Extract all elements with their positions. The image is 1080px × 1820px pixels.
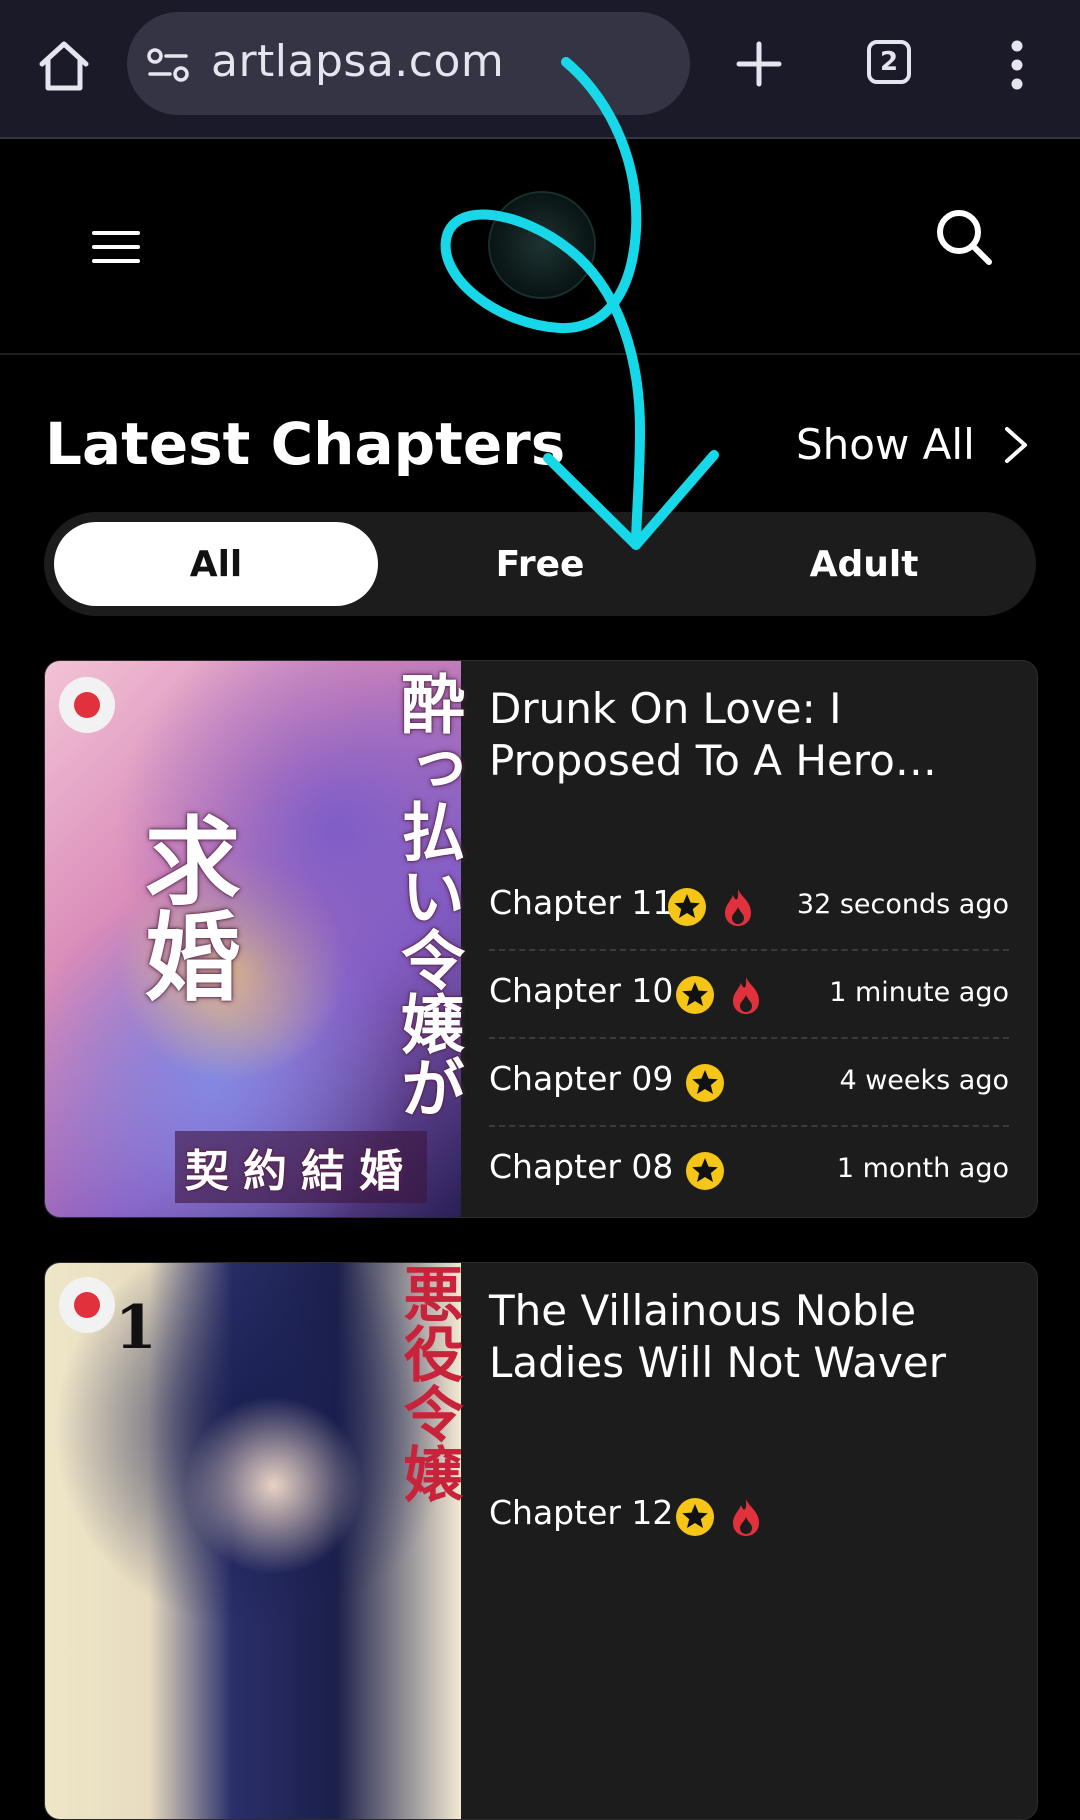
chevron-right-icon — [1004, 426, 1027, 463]
chapter-row[interactable]: Chapter 10 1 minute ago — [489, 951, 1009, 1039]
series-title[interactable]: The Villainous Noble Ladies Will Not Wav… — [489, 1285, 1009, 1389]
chapter-badges — [675, 975, 763, 1015]
site-settings-icon[interactable] — [146, 46, 190, 84]
home-icon[interactable] — [34, 36, 94, 96]
site-header — [0, 139, 1080, 355]
browser-toolbar: artlapsa.com 2 — [0, 0, 1080, 139]
chapter-time: 4 weeks ago — [839, 1065, 1009, 1096]
chapter-row[interactable]: Chapter 11 32 seconds ago — [489, 863, 1009, 951]
fire-icon — [733, 1499, 759, 1536]
star-icon — [676, 976, 714, 1014]
origin-flag-badge — [59, 677, 115, 733]
series-card[interactable]: 悪役令嬢 1 The Villainous Noble Ladies Will … — [44, 1262, 1038, 1820]
series-cover[interactable]: 酔っ払い令嬢が 求婚 契約結婚 — [45, 661, 465, 1217]
chapter-name[interactable]: Chapter 12 — [489, 1493, 673, 1532]
chapter-row[interactable]: Chapter 09 4 weeks ago — [489, 1039, 1009, 1127]
chapter-time: 1 month ago — [836, 1153, 1009, 1184]
japan-flag-icon — [74, 1292, 100, 1318]
series-card[interactable]: 酔っ払い令嬢が 求婚 契約結婚 Drunk On Love: I Propose… — [44, 660, 1038, 1218]
cover-volume-number: 1 — [115, 1293, 157, 1363]
search-icon[interactable] — [934, 207, 994, 267]
tab-switcher-button[interactable]: 2 — [867, 40, 911, 84]
chapter-time: 1 minute ago — [829, 977, 1009, 1008]
star-icon — [668, 888, 706, 926]
hamburger-menu-icon[interactable] — [92, 229, 140, 265]
cover-title-text: 求婚 — [128, 811, 241, 1003]
chapter-time: 32 seconds ago — [796, 889, 1009, 920]
fire-icon — [733, 977, 759, 1014]
cover-title-text: 契約結婚 — [175, 1131, 427, 1203]
series-title[interactable]: Drunk On Love: I Proposed To A Hero… — [489, 683, 1009, 787]
filter-tabs: All Free Adult — [44, 512, 1036, 616]
chapter-name[interactable]: Chapter 11 — [489, 883, 673, 922]
chapter-name[interactable]: Chapter 08 — [489, 1147, 673, 1186]
url-text[interactable]: artlapsa.com — [211, 36, 504, 87]
show-all-label: Show All — [796, 420, 975, 469]
cover-title-text: 悪役令嬢 — [393, 1263, 463, 1503]
tab-adult[interactable]: Adult — [702, 522, 1026, 606]
star-icon — [686, 1064, 724, 1102]
site-logo[interactable] — [488, 191, 596, 299]
chapter-badges — [675, 1497, 763, 1537]
tab-all[interactable]: All — [54, 522, 378, 606]
chapter-name[interactable]: Chapter 10 — [489, 971, 673, 1010]
chapter-row[interactable]: Chapter 08 1 month ago — [489, 1127, 1009, 1213]
chapter-badges — [685, 1063, 725, 1103]
star-icon — [686, 1152, 724, 1190]
chapter-badges — [685, 1151, 725, 1191]
show-all-link[interactable]: Show All — [796, 420, 1029, 469]
new-tab-icon[interactable] — [735, 40, 783, 88]
origin-flag-badge — [59, 1277, 115, 1333]
japan-flag-icon — [74, 692, 100, 718]
chapter-list: Chapter 12 — [489, 1473, 1009, 1559]
cover-title-text: 酔っ払い令嬢が — [390, 671, 465, 1119]
chapter-list: Chapter 11 32 seconds ago Chapter 10 1 m… — [489, 863, 1009, 1213]
section-title: Latest Chapters — [45, 410, 566, 478]
tab-free[interactable]: Free — [378, 522, 702, 606]
chapter-name[interactable]: Chapter 09 — [489, 1059, 673, 1098]
tab-count: 2 — [879, 47, 899, 77]
series-cover[interactable]: 悪役令嬢 1 — [45, 1263, 463, 1819]
chapter-badges — [667, 887, 755, 927]
fire-icon — [725, 889, 751, 926]
star-icon — [676, 1498, 714, 1536]
chapter-row[interactable]: Chapter 12 — [489, 1473, 1009, 1559]
more-options-icon[interactable] — [1005, 40, 1029, 90]
